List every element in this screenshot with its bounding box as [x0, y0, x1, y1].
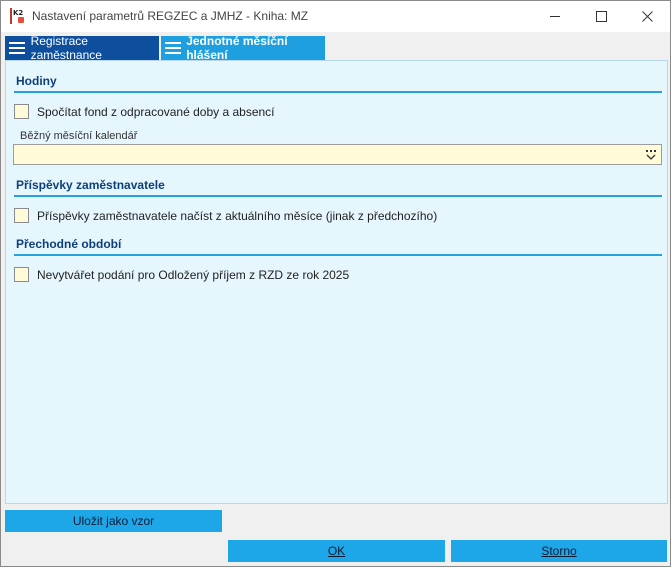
- tab-registrace-zamestnance[interactable]: Registrace zaměstnance: [5, 34, 159, 62]
- app-logo-icon: K2: [9, 8, 25, 24]
- section-divider: [14, 195, 662, 197]
- window-title: Nastavení parametrů REGZEC a JMHZ - Knih…: [32, 9, 309, 23]
- prispevky-aktualni-mesic-checkbox[interactable]: [14, 208, 29, 223]
- title-bar[interactable]: K2 Nastavení parametrů REGZEC a JMHZ - K…: [1, 1, 670, 32]
- section-divider: [14, 91, 662, 93]
- nevytvaret-podani-checkbox[interactable]: [14, 267, 29, 282]
- minimize-button[interactable]: [532, 1, 578, 32]
- menu-icon: [165, 42, 181, 54]
- minimize-icon: [549, 16, 560, 17]
- ok-button[interactable]: OK: [228, 540, 445, 562]
- cancel-button[interactable]: Storno: [451, 540, 667, 562]
- section-title-prechodne-obdobi: Přechodné období: [16, 237, 122, 251]
- section-title-hodiny: Hodiny: [16, 74, 57, 88]
- menu-icon: [9, 42, 25, 54]
- spocitat-fond-label[interactable]: Spočítat fond z odpracované doby a absen…: [37, 105, 275, 119]
- close-icon: [641, 11, 653, 22]
- spocitat-fond-checkbox[interactable]: [14, 104, 29, 119]
- tab-strip: Registrace zaměstnance Jednotné měsíční …: [5, 34, 669, 62]
- tab-jednotne-mesicni-hlaseni[interactable]: Jednotné měsíční hlášení: [161, 34, 325, 62]
- prispevky-aktualni-mesic-label[interactable]: Příspěvky zaměstnavatele načíst z aktuál…: [37, 209, 437, 223]
- calendar-select[interactable]: [13, 144, 662, 165]
- nevytvaret-podani-label[interactable]: Nevytvářet podání pro Odložený příjem z …: [37, 268, 349, 282]
- section-title-prispevky: Příspěvky zaměstnavatele: [16, 178, 165, 192]
- save-as-template-label: Uložit jako vzor: [72, 514, 155, 528]
- save-as-template-button[interactable]: Uložit jako vzor: [5, 510, 222, 532]
- cancel-label: Storno: [541, 544, 577, 558]
- tab-label: Registrace zaměstnance: [30, 34, 102, 62]
- dialog-window: K2 Nastavení parametrů REGZEC a JMHZ - K…: [0, 0, 671, 567]
- ok-label: OK: [327, 544, 346, 558]
- maximize-button[interactable]: [578, 1, 624, 32]
- section-divider: [14, 254, 662, 256]
- calendar-field-label: Běžný měsíční kalendář: [20, 130, 138, 142]
- tab-label: Jednotné měsíční hlášení: [186, 34, 288, 62]
- tab-content-panel: Hodiny Spočítat fond z odpracované doby …: [5, 60, 668, 504]
- dropdown-chevron-icon[interactable]: [644, 148, 658, 162]
- maximize-icon: [595, 11, 607, 22]
- close-button[interactable]: [624, 1, 670, 32]
